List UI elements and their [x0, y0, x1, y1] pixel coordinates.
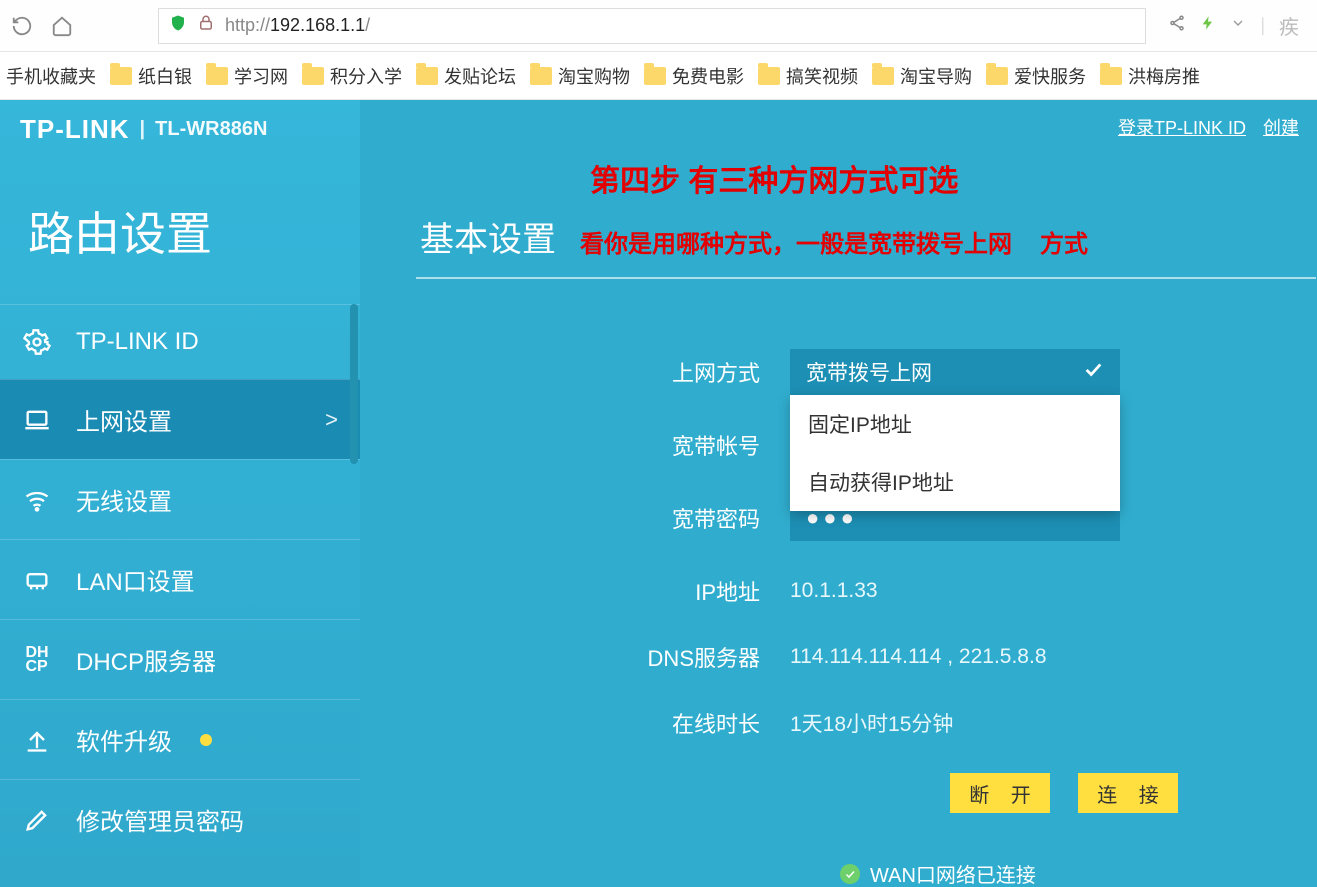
- folder-icon: [986, 67, 1008, 85]
- folder-icon: [416, 67, 438, 85]
- bookmark-item[interactable]: 爱快服务: [986, 63, 1086, 89]
- folder-icon: [302, 67, 324, 85]
- model-label: TL-WR886N: [155, 118, 267, 141]
- sidebar: TP-LINK | TL-WR886N 路由设置 TP-LINK ID 上网设置…: [0, 100, 360, 887]
- folder-icon: [644, 67, 666, 85]
- folder-icon: [872, 67, 894, 85]
- create-link[interactable]: 创建: [1263, 118, 1299, 138]
- browser-right-text[interactable]: 疾: [1279, 11, 1299, 40]
- label-online: 在线时长: [420, 707, 790, 739]
- bookmark-item[interactable]: 搞笑视频: [758, 63, 858, 89]
- sidebar-item-lan[interactable]: LAN口设置: [0, 539, 360, 619]
- status-ok-icon: [840, 864, 860, 884]
- content-area: 登录TP-LINK ID 创建 第四步 有三种方网方式可选 看你是用哪种方式，一…: [360, 100, 1317, 887]
- bookmark-item[interactable]: 免费电影: [644, 63, 744, 89]
- sidebar-item-admin-password[interactable]: 修改管理员密码: [0, 779, 360, 859]
- sidebar-item-tplink-id[interactable]: TP-LINK ID: [0, 304, 360, 379]
- method-dropdown: 固定IP地址 自动获得IP地址: [790, 395, 1120, 511]
- status-text: WAN口网络已连接: [870, 859, 1036, 887]
- folder-icon: [1100, 67, 1122, 85]
- annotation-step: 第四步 有三种方网方式可选: [590, 156, 958, 200]
- sidebar-item-dhcp[interactable]: DHCP DHCP服务器: [0, 619, 360, 699]
- folder-icon: [530, 67, 552, 85]
- sidebar-item-wireless[interactable]: 无线设置: [0, 459, 360, 539]
- bookmark-item[interactable]: 学习网: [206, 63, 288, 89]
- wan-status: WAN口网络已连接: [840, 859, 1317, 887]
- row-method: 上网方式 宽带拨号上网 固定IP地址 自动获得IP地址: [420, 349, 1317, 395]
- method-option-fixed-ip[interactable]: 固定IP地址: [790, 395, 1120, 453]
- sidebar-title: 路由设置: [0, 158, 360, 304]
- label-dns: DNS服务器: [420, 641, 790, 673]
- wifi-icon: [22, 485, 52, 515]
- label-password: 宽带密码: [420, 502, 790, 534]
- method-select[interactable]: 宽带拨号上网: [790, 349, 1120, 395]
- row-dns: DNS服务器 114.114.114.114 , 221.5.8.8: [420, 641, 1317, 673]
- button-row: 断 开 连 接: [950, 773, 1317, 813]
- bookmark-item[interactable]: 纸白银: [110, 63, 192, 89]
- upload-icon: [22, 725, 52, 755]
- bookmark-item[interactable]: 洪梅房推: [1100, 63, 1200, 89]
- bookmark-item[interactable]: 淘宝导购: [872, 63, 972, 89]
- dhcp-icon: DHCP: [22, 645, 52, 675]
- bookmark-item[interactable]: 积分入学: [302, 63, 402, 89]
- row-ip: IP地址 10.1.1.33: [420, 575, 1317, 607]
- insecure-lock-icon: [197, 14, 215, 37]
- bookmark-item[interactable]: 淘宝购物: [530, 63, 630, 89]
- gear-icon: [22, 327, 52, 357]
- value-online: 1天18小时15分钟: [790, 708, 953, 738]
- top-links: 登录TP-LINK ID 创建: [1106, 114, 1299, 140]
- folder-icon: [110, 67, 132, 85]
- label-account: 宽带帐号: [420, 429, 790, 461]
- router-admin: TP-LINK | TL-WR886N 路由设置 TP-LINK ID 上网设置…: [0, 100, 1317, 887]
- home-icon[interactable]: [48, 12, 76, 40]
- refresh-icon[interactable]: [8, 12, 36, 40]
- value-dns: 114.114.114.114 , 221.5.8.8: [790, 645, 1047, 669]
- url-text: http://192.168.1.1/: [225, 15, 370, 36]
- check-icon: [1082, 358, 1104, 386]
- bookmark-item[interactable]: 发贴论坛: [416, 63, 516, 89]
- bookmarks-label[interactable]: 手机收藏夹: [6, 63, 96, 89]
- section-title: 基本设置: [420, 100, 580, 277]
- share-icon[interactable]: [1168, 14, 1186, 37]
- folder-icon: [206, 67, 228, 85]
- laptop-icon: [22, 405, 52, 435]
- row-online: 在线时长 1天18小时15分钟: [420, 707, 1317, 739]
- sidebar-item-upgrade[interactable]: 软件升级: [0, 699, 360, 779]
- sidebar-scrollbar[interactable]: [350, 304, 358, 464]
- connect-button[interactable]: 连 接: [1078, 773, 1178, 813]
- disconnect-button[interactable]: 断 开: [950, 773, 1050, 813]
- ethernet-icon: [22, 565, 52, 595]
- browser-right-icons: | 疾: [1158, 11, 1309, 40]
- bookmarks-bar: 手机收藏夹 纸白银 学习网 积分入学 发贴论坛 淘宝购物 免费电影 搞笑视频 淘…: [0, 52, 1317, 100]
- value-ip: 10.1.1.33: [790, 579, 878, 603]
- label-ip: IP地址: [420, 575, 790, 607]
- sidebar-item-wan-settings[interactable]: 上网设置 >: [0, 379, 360, 459]
- folder-icon: [758, 67, 780, 85]
- url-input[interactable]: http://192.168.1.1/: [158, 8, 1146, 44]
- method-option-auto-ip[interactable]: 自动获得IP地址: [790, 453, 1120, 511]
- login-link[interactable]: 登录TP-LINK ID: [1118, 118, 1246, 138]
- settings-form: 上网方式 宽带拨号上网 固定IP地址 自动获得IP地址 宽带帐号 宽带密码: [420, 349, 1317, 887]
- label-method: 上网方式: [420, 356, 790, 388]
- bolt-icon[interactable]: [1200, 13, 1216, 38]
- update-dot-icon: [200, 734, 212, 746]
- logo-row: TP-LINK | TL-WR886N: [0, 100, 360, 158]
- pencil-icon: [22, 805, 52, 835]
- section-divider: [416, 277, 1316, 279]
- chevron-right-icon: >: [325, 407, 338, 433]
- chevron-down-icon[interactable]: [1230, 15, 1246, 36]
- sidebar-menu: TP-LINK ID 上网设置 > 无线设置 LAN口设置 DHCP DHCP服…: [0, 304, 360, 887]
- brand-logo: TP-LINK: [20, 114, 130, 145]
- annotation-sub: 看你是用哪种方式，一般是宽带拨号上网方式: [580, 224, 1088, 259]
- shield-icon: [169, 14, 187, 37]
- browser-address-bar: http://192.168.1.1/ | 疾: [0, 0, 1317, 52]
